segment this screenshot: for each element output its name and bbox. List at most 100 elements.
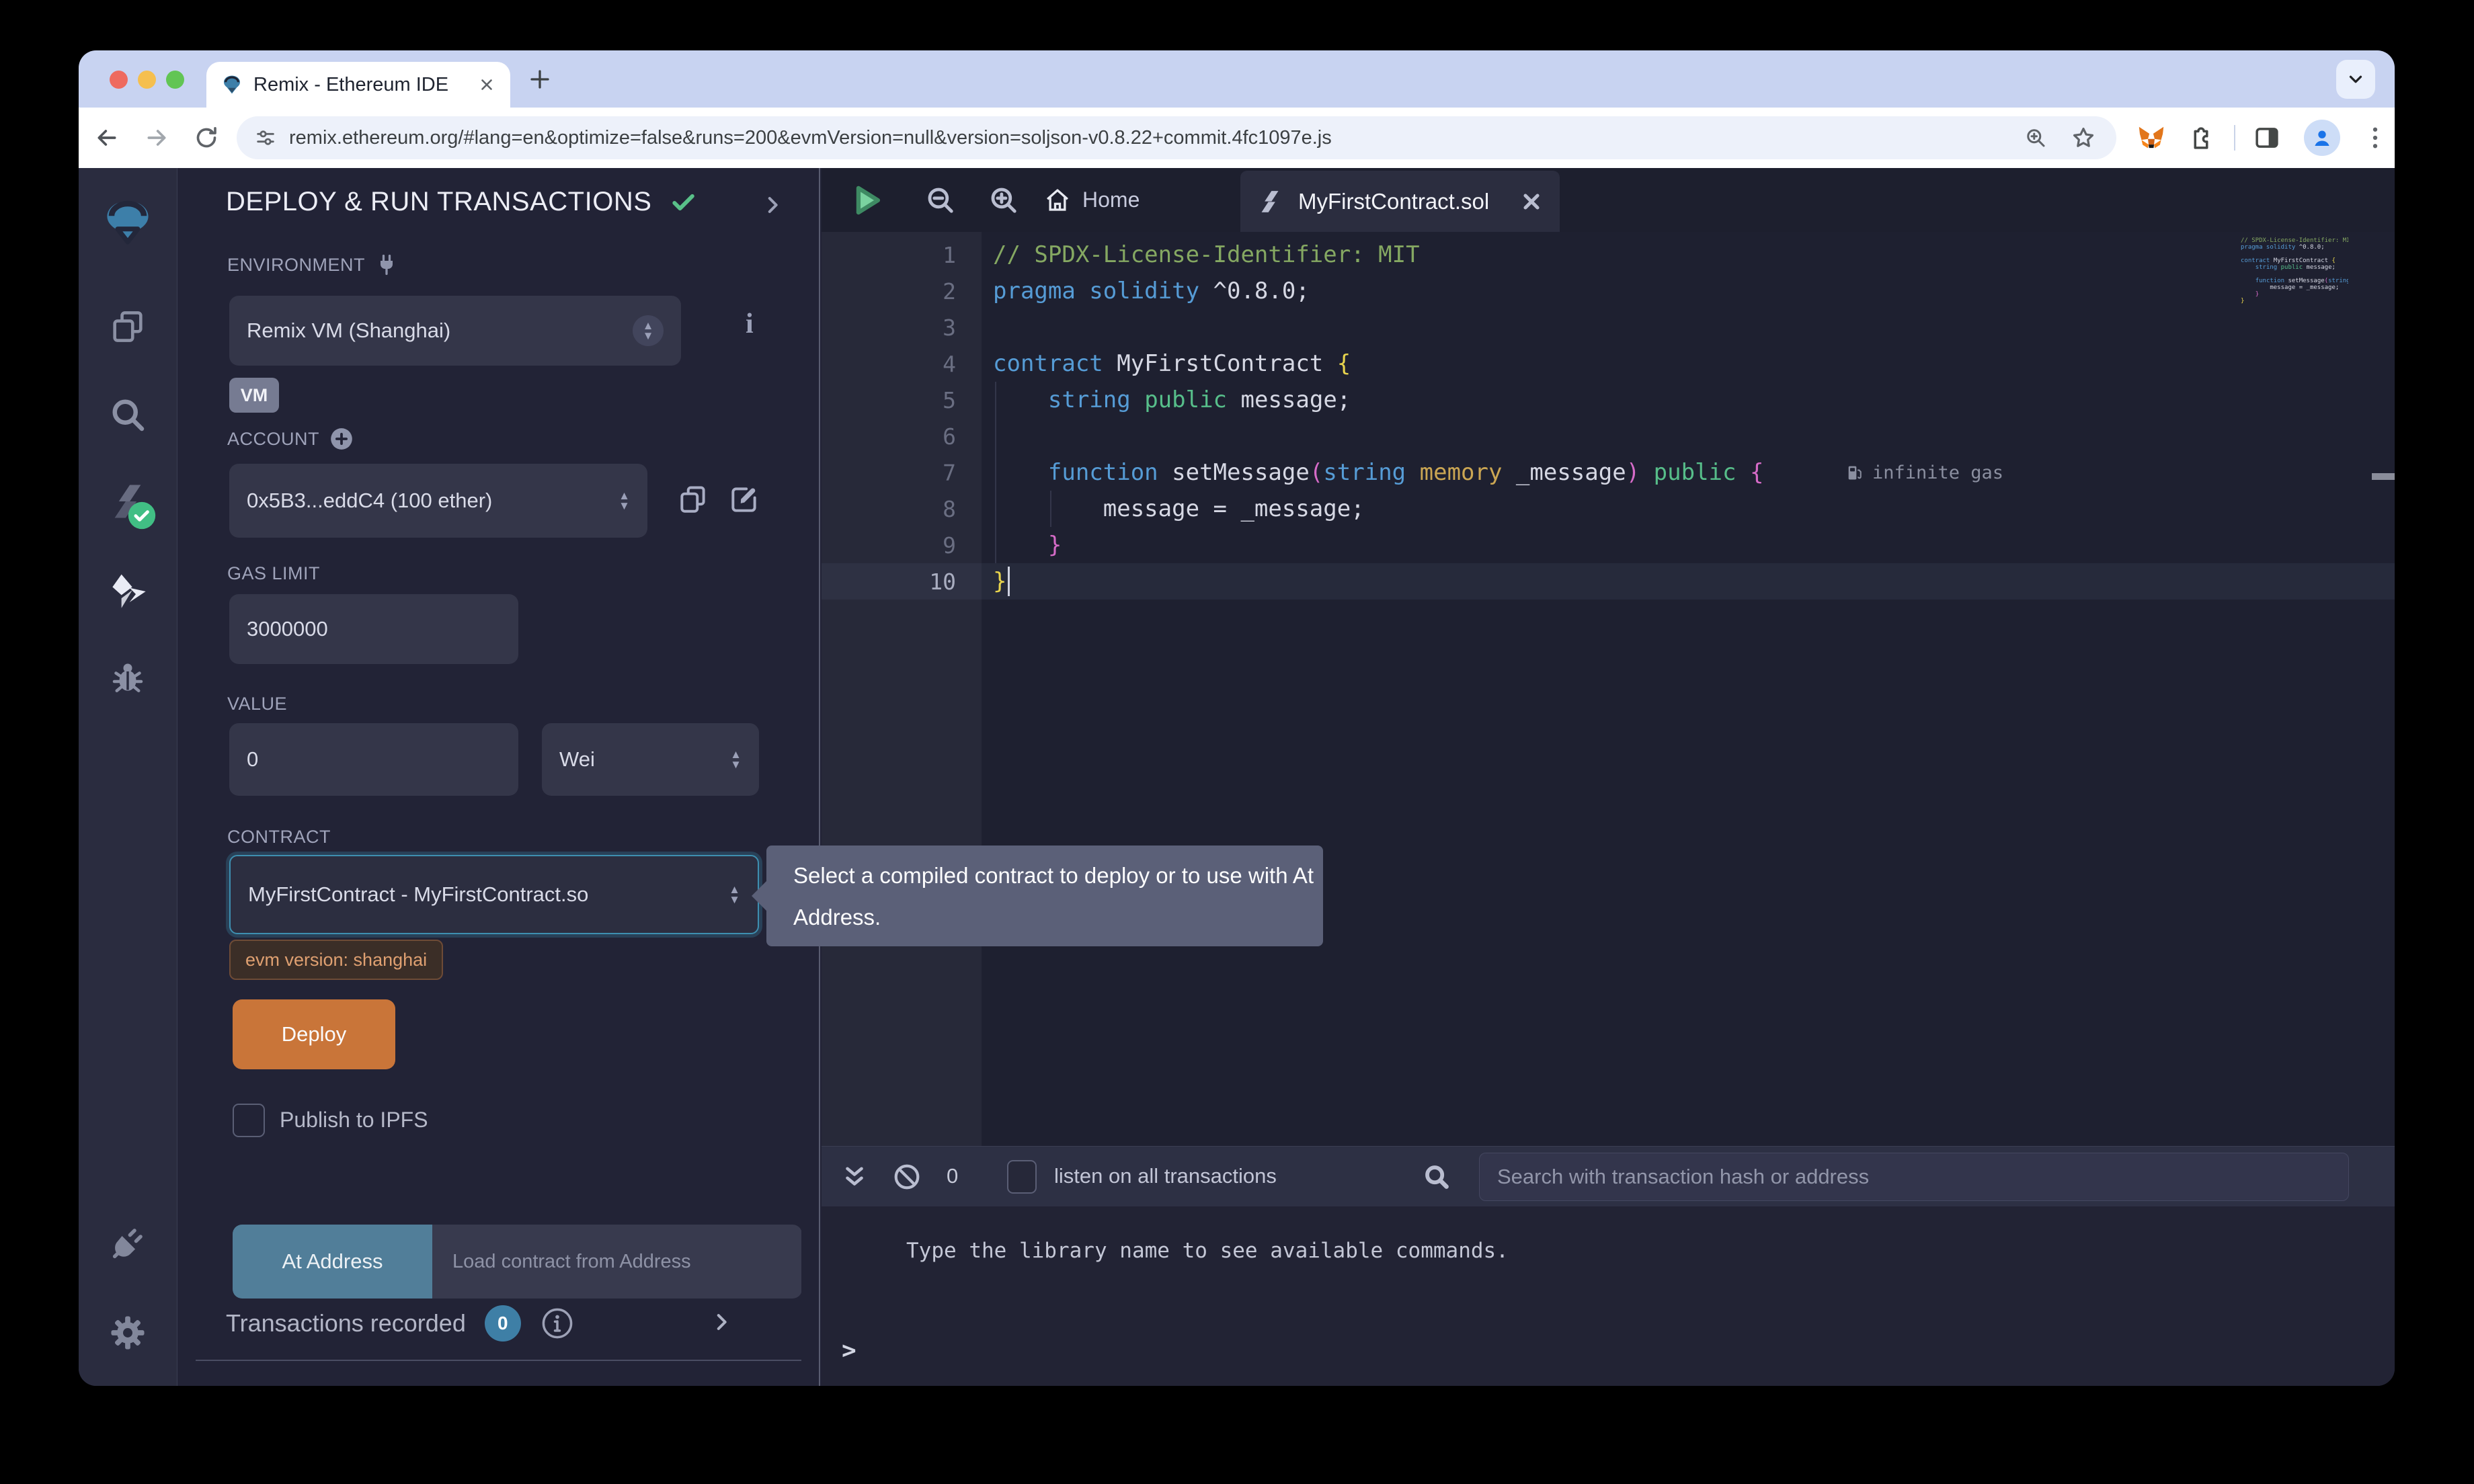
environment-select[interactable]: Remix VM (Shanghai) ▲▼ (229, 296, 681, 366)
line-number: 1 (822, 237, 982, 273)
browser-window: Remix - Ethereum IDE (79, 50, 2395, 1386)
file-explorer-icon[interactable] (108, 307, 147, 346)
code-line-8[interactable]: 8 message = _message; (822, 491, 2395, 527)
remix-logo-icon[interactable] (102, 196, 154, 248)
editor-tabbar: Home MyFirstContract.sol (822, 168, 2395, 232)
sign-message-icon[interactable] (727, 483, 761, 516)
transactions-info-icon[interactable] (540, 1306, 575, 1341)
url-text: remix.ethereum.org/#lang=en&optimize=fal… (289, 127, 1332, 149)
line-number: 9 (822, 527, 982, 563)
code-line-3[interactable]: 3 (822, 309, 2395, 345)
listen-transactions-checkbox[interactable] (1007, 1160, 1037, 1194)
close-window-button[interactable] (110, 71, 128, 89)
url-bar[interactable]: remix.ethereum.org/#lang=en&optimize=fal… (237, 116, 2116, 159)
zoom-out-icon[interactable] (924, 183, 957, 217)
toolbar-divider (2234, 125, 2235, 151)
plugin-manager-icon[interactable] (107, 1223, 149, 1264)
reload-icon[interactable] (193, 124, 220, 151)
code-line-2[interactable]: 2pragma solidity ^0.8.0; (822, 273, 2395, 309)
terminal-expand-icon[interactable] (840, 1163, 869, 1191)
browser-menu-icon[interactable] (2361, 124, 2389, 152)
new-tab-button[interactable] (528, 67, 552, 91)
editor-minimap[interactable]: // SPDX-License-Identifier: MITpragma so… (2241, 237, 2348, 304)
panel-title: DEPLOY & RUN TRANSACTIONS (226, 187, 651, 217)
code-text: } (993, 568, 1006, 595)
environment-plug-icon[interactable] (374, 253, 399, 277)
code-line-10[interactable]: 10} (822, 563, 2395, 600)
select-arrows-icon: ▲▼ (633, 315, 664, 346)
zoom-page-icon[interactable] (2024, 126, 2048, 150)
code-text: pragma solidity ^0.8.0; (993, 278, 1310, 304)
close-tab-icon[interactable] (1519, 190, 1544, 214)
terminal[interactable]: Type the library name to see available c… (822, 1206, 2395, 1386)
site-settings-icon[interactable] (254, 126, 277, 149)
bookmark-star-icon[interactable] (2071, 125, 2096, 151)
code-line-5[interactable]: 5 string public message; (822, 382, 2395, 418)
editor-scrollbar-thumb[interactable] (2372, 473, 2395, 480)
deploy-button[interactable]: Deploy (233, 999, 395, 1069)
settings-gear-icon[interactable] (107, 1312, 149, 1354)
code-text: function setMessage(string memory _messa… (993, 459, 1763, 486)
code-line-7[interactable]: 7 function setMessage(string memory _mes… (822, 454, 2395, 491)
tab-myfirstcontract[interactable]: MyFirstContract.sol (1240, 171, 1560, 232)
debugger-icon[interactable] (108, 658, 148, 698)
code-editor[interactable]: 1// SPDX-License-Identifier: MIT2pragma … (822, 232, 2395, 1146)
panel-expand-chevron-icon[interactable] (761, 194, 784, 216)
value-input[interactable] (229, 723, 518, 796)
tab-search-chevron-button[interactable] (2336, 60, 2375, 99)
code-line-4[interactable]: 4contract MyFirstContract { (822, 345, 2395, 382)
copy-account-icon[interactable] (676, 483, 710, 516)
tab-close-icon[interactable] (478, 76, 495, 93)
screen: Remix - Ethereum IDE (0, 0, 2474, 1484)
zoom-in-icon[interactable] (987, 183, 1021, 217)
account-select[interactable]: 0x5B3...eddC4 (100 ether) ▲▼ (229, 464, 647, 538)
code-line-9[interactable]: 9 } (822, 527, 2395, 563)
deploy-run-icon[interactable] (106, 570, 149, 613)
remix-app: DEPLOY & RUN TRANSACTIONS ENVIRONMENT Re… (79, 168, 2395, 1386)
browser-tabstrip: Remix - Ethereum IDE (79, 50, 2395, 108)
transactions-count-badge: 0 (485, 1305, 521, 1342)
contract-value: MyFirstContract - MyFirstContract.so (248, 882, 741, 907)
code-text: message = _message; (993, 495, 1365, 522)
clear-console-icon[interactable] (891, 1161, 922, 1192)
minimize-window-button[interactable] (138, 71, 156, 89)
terminal-search-input[interactable] (1479, 1153, 2349, 1201)
gas-limit-input[interactable] (229, 594, 518, 664)
code-line-6[interactable]: 6 (822, 418, 2395, 454)
forward-icon[interactable] (143, 124, 170, 151)
solidity-compiler-icon[interactable] (107, 481, 149, 522)
side-panel-icon[interactable] (2253, 124, 2281, 152)
browser-tab[interactable]: Remix - Ethereum IDE (206, 62, 510, 108)
active-tab-label: MyFirstContract.sol (1298, 189, 1519, 214)
zoom-window-button[interactable] (166, 71, 184, 89)
add-account-icon[interactable] (329, 426, 354, 452)
profile-avatar[interactable] (2304, 120, 2340, 156)
search-icon[interactable] (108, 395, 148, 435)
metamask-icon[interactable] (2136, 122, 2167, 153)
publish-ipfs-checkbox[interactable] (233, 1104, 265, 1137)
transactions-expand-chevron-icon[interactable] (710, 1311, 733, 1333)
contract-select[interactable]: MyFirstContract - MyFirstContract.so ▲▼ (229, 855, 759, 934)
run-script-button[interactable] (847, 179, 886, 221)
code-line-1[interactable]: 1// SPDX-License-Identifier: MIT (822, 237, 2395, 273)
publish-ipfs-label: Publish to IPFS (280, 1108, 428, 1132)
code-text: contract MyFirstContract { (993, 350, 1351, 377)
terminal-message: Type the library name to see available c… (906, 1239, 1509, 1263)
at-address-input[interactable] (432, 1225, 802, 1298)
person-icon (2311, 126, 2333, 149)
value-unit-select[interactable]: Wei ▲▼ (542, 723, 759, 796)
chevron-down-icon (2346, 69, 2366, 89)
at-address-button[interactable]: At Address (233, 1225, 432, 1298)
indent-guide (1050, 491, 1051, 527)
extensions-icon[interactable] (2187, 124, 2215, 152)
environment-label: ENVIRONMENT (227, 255, 365, 276)
evm-version-badge: evm version: shanghai (229, 940, 443, 980)
environment-info-icon[interactable]: i (746, 308, 754, 340)
listen-transactions-label: listen on all transactions (1054, 1164, 1277, 1188)
line-number: 7 (822, 454, 982, 491)
browser-toolbar: remix.ethereum.org/#lang=en&optimize=fal… (79, 108, 2395, 168)
solidity-file-icon (1256, 188, 1283, 215)
tab-home[interactable]: Home (1043, 168, 1140, 232)
home-tab-label: Home (1082, 188, 1140, 212)
back-icon[interactable] (93, 124, 120, 151)
